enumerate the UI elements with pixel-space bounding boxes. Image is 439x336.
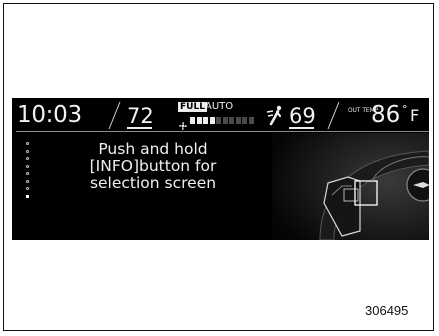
message-line: selection screen bbox=[89, 174, 217, 192]
fan-speed-segment bbox=[196, 117, 202, 124]
fan-icon bbox=[178, 116, 188, 135]
info-message: Push and hold [INFO]button for selection… bbox=[74, 141, 232, 192]
page-dot bbox=[26, 164, 29, 168]
page-dot bbox=[26, 172, 29, 175]
climate-mode-label: AUTO bbox=[205, 101, 234, 112]
fan-speed-segment bbox=[209, 117, 215, 124]
page-dot bbox=[26, 149, 29, 153]
status-bar-divider bbox=[16, 131, 429, 132]
fan-mode-badge: FULL bbox=[178, 102, 207, 112]
divider-slash bbox=[108, 102, 121, 129]
outside-temp-unit: F bbox=[410, 106, 420, 125]
outside-temp-degree: ° bbox=[402, 103, 408, 116]
fan-speed-segment bbox=[222, 117, 228, 124]
page-dot bbox=[26, 157, 29, 160]
fan-speed-segment bbox=[203, 117, 208, 124]
passenger-temperature-underline bbox=[289, 127, 314, 129]
message-line: [INFO]button for bbox=[89, 157, 217, 175]
fan-speed-segment bbox=[216, 117, 221, 124]
page-dot bbox=[26, 187, 29, 190]
driver-temperature-underline bbox=[127, 127, 152, 129]
fan-speed-segment bbox=[190, 117, 195, 124]
page-dot bbox=[26, 194, 29, 198]
climate-status-bar: 10:03 72 FULL AUTO 69 OUT TEMP 86 ° F bbox=[12, 98, 429, 132]
fan-speed-segment bbox=[248, 117, 254, 124]
fan-speed-segment bbox=[235, 117, 241, 124]
page-dot bbox=[26, 179, 29, 183]
divider-slash bbox=[327, 102, 340, 129]
figure-number: 306495 bbox=[365, 303, 409, 318]
fan-speed-segment bbox=[242, 117, 247, 124]
driver-temperature: 72 bbox=[127, 104, 154, 128]
message-line: Push and hold bbox=[98, 140, 208, 158]
outside-temp-value: 86 bbox=[371, 102, 401, 128]
multi-function-display: 10:03 72 FULL AUTO 69 OUT TEMP 86 ° F Pu… bbox=[12, 98, 429, 240]
fan-speed-indicator bbox=[190, 117, 254, 124]
page-dot bbox=[26, 142, 29, 145]
fan-speed-segment bbox=[229, 117, 234, 124]
steering-wheel-icon bbox=[272, 133, 429, 240]
airflow-icon bbox=[266, 104, 286, 130]
passenger-temperature: 69 bbox=[289, 104, 316, 128]
page-indicator bbox=[26, 142, 29, 198]
clock: 10:03 bbox=[17, 102, 82, 128]
